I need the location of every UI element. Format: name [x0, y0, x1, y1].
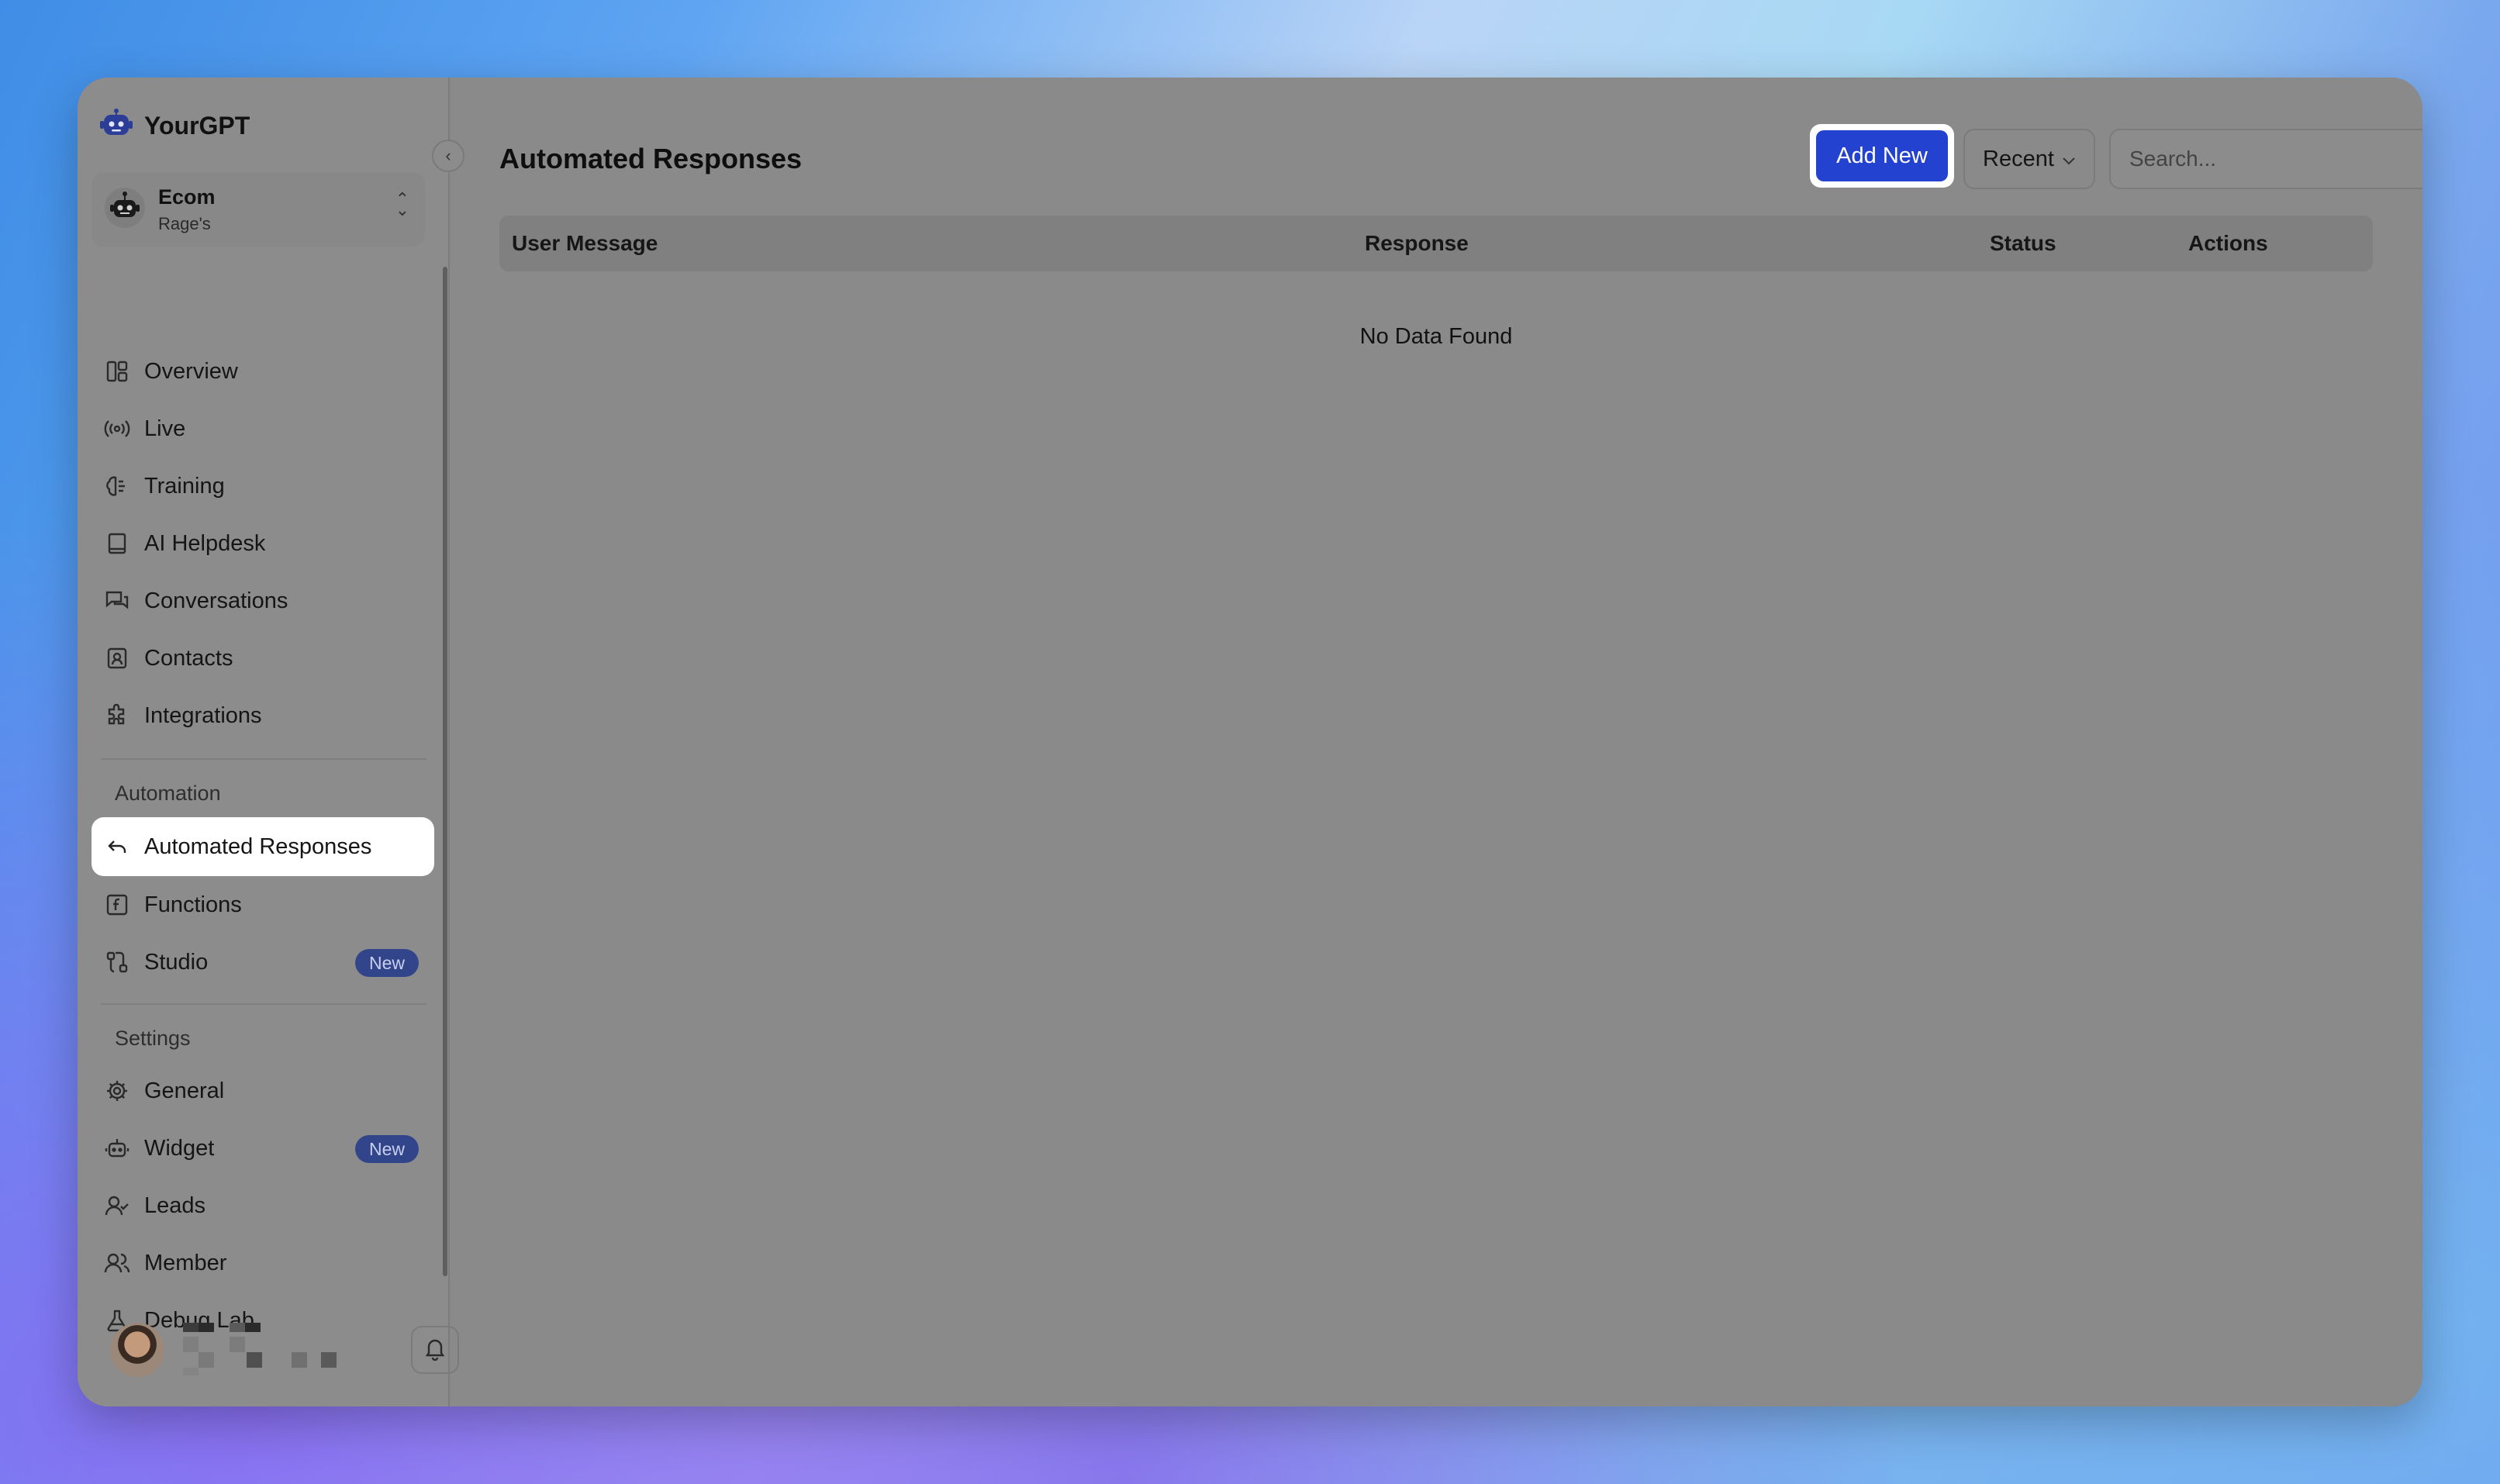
bell-icon: [423, 1336, 447, 1365]
reply-icon: [104, 833, 130, 860]
sidebar-item-label: Live: [144, 416, 186, 441]
page-title: Automated Responses: [499, 143, 803, 174]
sort-dropdown[interactable]: Recent: [1963, 129, 2095, 189]
column-header-actions: Actions: [2188, 231, 2268, 255]
gear-icon: [104, 1078, 130, 1104]
add-new-button-focus-ring: Add New: [1810, 124, 1954, 188]
robot-logo-icon: [98, 105, 135, 147]
sidebar-item-label: General: [144, 1078, 225, 1103]
puzzle-icon: [104, 702, 130, 729]
new-badge: New: [354, 949, 419, 977]
nav-divider: [101, 1003, 426, 1005]
sidebar-item-overview[interactable]: Overview: [92, 343, 434, 400]
sidebar-item-general[interactable]: General: [92, 1062, 434, 1120]
workspace-avatar-icon: [104, 187, 146, 233]
sidebar-item-label: Automated Responses: [144, 833, 372, 859]
section-label-settings: Settings: [115, 1027, 191, 1050]
automation-nav: Automated Responses Functions Studio New: [92, 817, 434, 991]
sidebar-item-training[interactable]: Training: [92, 457, 434, 515]
column-header-status: Status: [1990, 231, 2056, 255]
function-icon: [104, 892, 130, 918]
contact-icon: [104, 645, 130, 671]
chevron-left-icon: ‹: [445, 146, 451, 165]
sidebar-item-ai-helpdesk[interactable]: AI Helpdesk: [92, 515, 434, 572]
avatar[interactable]: [110, 1323, 164, 1377]
brand[interactable]: YourGPT: [98, 105, 250, 147]
chevron-up-down-icon: ⌃ ⌄: [395, 189, 409, 219]
sidebar-item-label: Training: [144, 473, 225, 499]
book-icon: [104, 530, 130, 557]
new-badge: New: [354, 1135, 419, 1163]
sidebar-item-label: Functions: [144, 892, 242, 917]
workspace-switcher[interactable]: Ecom Rage's ⌃ ⌄: [92, 172, 425, 247]
sidebar-item-label: Contacts: [144, 645, 233, 671]
sidebar-item-label: Integrations: [144, 702, 262, 728]
main-nav: Overview Live Training AI Helpdesk Conve…: [92, 343, 434, 744]
layout-icon: [104, 358, 130, 385]
bot-icon: [104, 1135, 130, 1161]
user-footer: [105, 1318, 459, 1380]
table-header-row: User Message Response Status Actions: [499, 216, 2373, 271]
sidebar-item-label: Conversations: [144, 588, 288, 613]
chat-icon: [104, 588, 130, 614]
sidebar-item-automated-responses[interactable]: Automated Responses: [92, 817, 434, 876]
sidebar-item-label: Member: [144, 1250, 227, 1275]
empty-state-text: No Data Found: [1359, 324, 1513, 349]
sidebar-item-label: Leads: [144, 1192, 206, 1218]
workspace-name: Ecom: [158, 185, 216, 209]
sidebar-item-functions[interactable]: Functions: [92, 876, 434, 934]
settings-nav: General Widget New Leads Member Debug La…: [92, 1062, 434, 1349]
sort-dropdown-label: Recent: [1983, 146, 2054, 171]
sidebar-item-label: Widget: [144, 1135, 215, 1161]
sidebar-item-conversations[interactable]: Conversations: [92, 572, 434, 630]
broadcast-icon: [104, 416, 130, 442]
workspace-subtitle: Rage's: [158, 213, 211, 233]
column-header-response: Response: [1365, 231, 1469, 255]
nav-divider: [101, 758, 426, 760]
user-check-icon: [104, 1192, 130, 1219]
sidebar-item-label: AI Helpdesk: [144, 530, 266, 556]
sidebar-item-live[interactable]: Live: [92, 400, 434, 457]
main-content: Automated Responses Add New Recent User …: [450, 78, 2422, 1406]
sidebar-item-label: Overview: [144, 358, 238, 384]
add-new-button[interactable]: Add New: [1816, 130, 1948, 181]
column-header-user-message: User Message: [512, 231, 658, 255]
brain-icon: [104, 473, 130, 499]
sidebar-item-contacts[interactable]: Contacts: [92, 630, 434, 687]
sidebar-item-member[interactable]: Member: [92, 1234, 434, 1292]
sidebar-item-leads[interactable]: Leads: [92, 1177, 434, 1234]
sidebar-scrollbar[interactable]: [443, 267, 447, 1276]
workspace-text: Ecom Rage's: [158, 185, 216, 234]
section-label-automation: Automation: [115, 782, 221, 805]
chevron-down-icon: [2062, 147, 2076, 172]
sidebar-item-integrations[interactable]: Integrations: [92, 687, 434, 744]
flow-icon: [104, 949, 130, 975]
app-window: YourGPT Ecom Rage's ⌃ ⌄ ‹ Overview Live …: [78, 78, 2422, 1406]
sidebar-item-label: Studio: [144, 949, 209, 975]
collapse-sidebar-button[interactable]: ‹: [432, 140, 464, 172]
brand-name: YourGPT: [144, 112, 250, 140]
search-input[interactable]: [2109, 129, 2422, 189]
sidebar-item-widget[interactable]: Widget New: [92, 1120, 434, 1177]
sidebar: YourGPT Ecom Rage's ⌃ ⌄ ‹ Overview Live …: [78, 78, 464, 1406]
users-icon: [104, 1250, 130, 1276]
sidebar-item-studio[interactable]: Studio New: [92, 934, 434, 991]
